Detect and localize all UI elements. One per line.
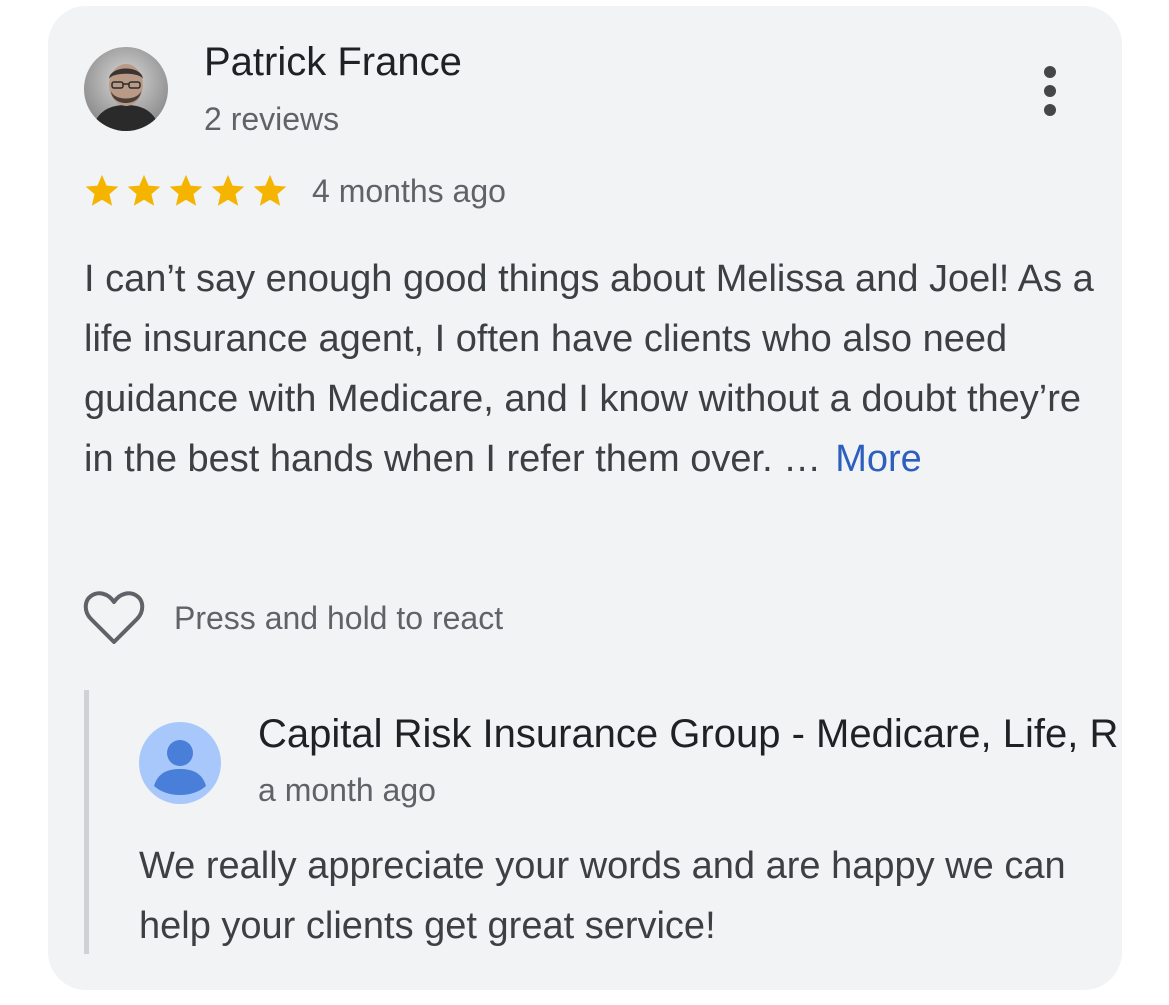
review-text: I can’t say enough good things about Mel… [84, 249, 1104, 489]
star-icon [211, 174, 245, 206]
reply-timestamp: a month ago [258, 772, 436, 808]
more-options-button[interactable] [1028, 62, 1072, 120]
review-text-content: I can’t say enough good things about Mel… [84, 258, 1094, 480]
reviewer-name[interactable]: Patrick France [204, 40, 462, 85]
reply-text: We really appreciate your words and are … [139, 845, 1066, 947]
more-link[interactable]: More [835, 438, 922, 480]
more-vert-icon-dot [1044, 85, 1056, 97]
review-timestamp: 4 months ago [312, 173, 506, 209]
reviewer-review-count: 2 reviews [204, 101, 340, 137]
star-rating [82, 172, 290, 210]
star-icon [85, 174, 119, 206]
star-icon [127, 174, 161, 206]
react-button[interactable]: Press and hold to react [82, 588, 503, 648]
reviewer-avatar[interactable] [84, 47, 168, 131]
star-icon [253, 174, 287, 206]
more-vert-icon-dot [1044, 104, 1056, 116]
more-vert-icon-dot [1044, 66, 1056, 78]
reply-divider [84, 690, 89, 954]
star-icon [169, 174, 203, 206]
react-hint: Press and hold to react [174, 599, 504, 636]
owner-name: Capital Risk Insurance Group - Medicare,… [258, 712, 1119, 756]
heart-outline-icon [83, 591, 145, 644]
owner-avatar [139, 722, 221, 804]
